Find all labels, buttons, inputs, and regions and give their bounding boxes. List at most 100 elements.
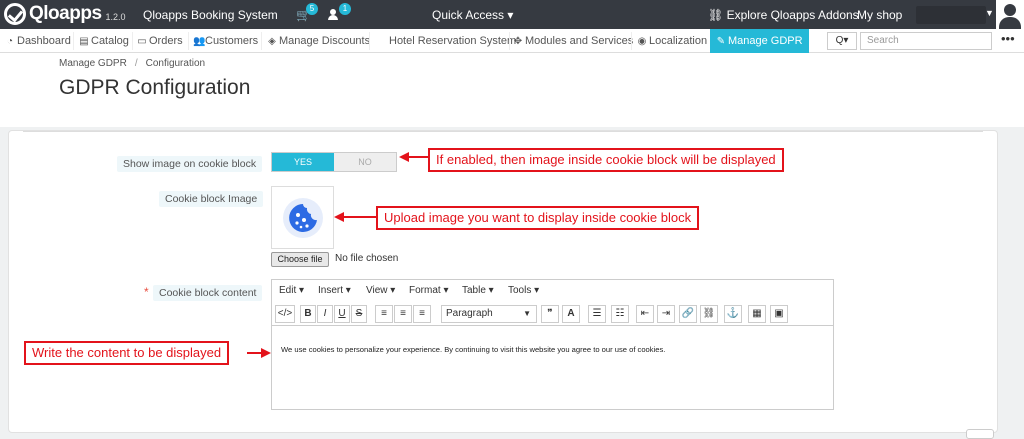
paragraph-format-select[interactable]: Paragraph ▼ — [441, 305, 537, 323]
outdent-icon[interactable]: ⇤ — [636, 305, 654, 323]
align-left-icon[interactable]: ≡ — [375, 305, 393, 323]
divider — [23, 131, 983, 132]
tab-orders[interactable]: ▭ Orders — [137, 29, 183, 53]
page-header: Manage GDPR / Configuration GDPR Configura… — [0, 53, 1024, 127]
anchor-icon[interactable]: ⚓ — [724, 305, 742, 323]
search-type-dropdown[interactable]: Q▾ — [827, 32, 857, 50]
tab-dashboard[interactable]: ◔ Dashboard — [5, 29, 71, 53]
bullet-list-icon[interactable]: ☰ — [588, 305, 606, 323]
credit-card-icon: ▭ — [137, 36, 147, 47]
toggle-yes-option[interactable]: YES — [272, 153, 334, 171]
toggle-no-option[interactable]: NO — [334, 153, 396, 171]
editor-menubar: Edit ▾ Insert ▾ View ▾ Format ▾ Table ▾ … — [272, 280, 833, 302]
puzzle-icon: ✥ — [513, 36, 523, 47]
align-right-icon[interactable]: ≡ — [413, 305, 431, 323]
chevron-down-icon[interactable]: ▼ — [985, 8, 994, 18]
callout-toggle-note: If enabled, then image inside cookie blo… — [428, 148, 784, 172]
gavel-icon: ✎ — [716, 36, 726, 47]
main-menu: ◔ Dashboard ▤ Catalog ▭ Orders 👥Customers ◈… — [0, 29, 1024, 53]
version-label: 1.2.0 — [105, 11, 126, 22]
divider — [631, 32, 632, 50]
search-input[interactable]: Search — [860, 32, 992, 50]
cookie-content-label: Cookie block content — [153, 285, 263, 301]
more-menu-icon[interactable]: ••• — [1001, 31, 1015, 46]
gdpr-config-panel: Show image on cookie block YES NO Cookie… — [8, 130, 998, 433]
logo[interactable]: Qloapps 1.2.0 — [4, 3, 126, 25]
blockquote-icon[interactable]: ❞ — [541, 305, 559, 323]
my-shop-link[interactable]: My shop — [857, 8, 902, 22]
menu-table[interactable]: Table ▾ — [462, 285, 494, 296]
avatar[interactable] — [996, 0, 1024, 29]
explore-addons-link[interactable]: ⛓ Explore Qloapps Addons — [708, 8, 859, 22]
callout-image-note: Upload image you want to display inside … — [376, 206, 700, 230]
customer-count-badge: 1 — [339, 3, 351, 15]
no-file-text: No file chosen — [335, 253, 399, 264]
show-image-label: Show image on cookie block — [117, 156, 263, 172]
cookie-image-preview — [271, 186, 334, 249]
numbered-list-icon[interactable]: ☷ — [611, 305, 629, 323]
cart-count-badge: 5 — [306, 3, 318, 15]
tag-icon: ◈ — [268, 36, 276, 47]
explore-addons-label: Explore Qloapps Addons — [726, 8, 859, 22]
align-center-icon[interactable]: ≡ — [394, 305, 412, 323]
media-icon[interactable]: ▦ — [748, 305, 766, 323]
menu-insert[interactable]: Insert ▾ — [318, 285, 351, 296]
shop-name-link[interactable]: Qloapps Booking System — [143, 8, 278, 22]
indent-icon[interactable]: ⇥ — [657, 305, 675, 323]
italic-button[interactable]: I — [317, 305, 333, 323]
tab-hotel-reservation-system[interactable]: Hotel Reservation System — [389, 29, 516, 53]
show-image-toggle[interactable]: YES NO — [271, 152, 397, 172]
top-bar: Qloapps 1.2.0 Qloapps Booking System 🛒 5… — [0, 0, 1024, 29]
menu-edit[interactable]: Edit ▾ — [279, 285, 304, 296]
tab-manage-gdpr[interactable]: ✎ Manage GDPR — [710, 29, 809, 53]
arrow-icon — [334, 212, 344, 222]
underline-button[interactable]: U — [334, 305, 350, 323]
divider — [132, 32, 133, 50]
bold-button[interactable]: B — [300, 305, 316, 323]
breadcrumb-current: Configuration — [145, 58, 206, 69]
menu-view[interactable]: View ▾ — [366, 285, 395, 296]
breadcrumb-parent[interactable]: Manage GDPR — [59, 58, 127, 69]
tab-label: Orders — [149, 35, 183, 47]
image-icon[interactable]: ▣ — [770, 305, 788, 323]
link-icon[interactable]: 🔗 — [679, 305, 697, 323]
breadcrumb: Manage GDPR / Configuration — [59, 58, 205, 69]
chevron-down-icon: ▼ — [523, 309, 531, 318]
tab-customers[interactable]: 👥Customers — [193, 29, 258, 53]
callout-content-note: Write the content to be displayed — [24, 341, 230, 365]
tab-label: Localization — [649, 35, 708, 47]
source-code-button[interactable]: </> — [275, 305, 295, 323]
arrow-line — [247, 352, 261, 354]
menu-tools[interactable]: Tools ▾ — [508, 285, 539, 296]
panel-footer-button[interactable] — [966, 429, 994, 439]
arrow-icon — [399, 152, 409, 162]
customer-icon[interactable] — [328, 9, 338, 20]
brand-name: Qloapps — [29, 3, 102, 24]
tab-catalog[interactable]: ▤ Catalog — [79, 29, 129, 53]
required-mark: * — [144, 285, 149, 299]
tab-label: Dashboard — [17, 35, 71, 47]
text-color-icon[interactable]: A — [562, 305, 580, 323]
cookie-icon — [283, 198, 323, 238]
cookie-image-label: Cookie block Image — [159, 191, 264, 207]
dashboard-icon: ◔ — [6, 36, 14, 47]
tab-label: Hotel Reservation System — [389, 35, 517, 47]
employee-name[interactable] — [916, 6, 986, 24]
divider — [261, 32, 262, 50]
quick-access-menu[interactable]: Quick Access ▾ — [432, 8, 513, 22]
arrow-icon — [261, 348, 271, 358]
tab-modules-and-services[interactable]: ✥ Modules and Services — [513, 29, 633, 53]
group-icon: 👥 — [193, 36, 206, 47]
book-icon: ▤ — [79, 36, 89, 47]
tab-manage-discounts[interactable]: ◈ Manage Discounts — [267, 29, 370, 53]
menu-format[interactable]: Format ▾ — [409, 285, 448, 296]
strikethrough-button[interactable]: S — [351, 305, 367, 323]
choose-file-button[interactable]: Choose file — [271, 252, 329, 267]
unlink-icon[interactable]: ⛓ — [700, 305, 718, 323]
link-icon: ⛓ — [708, 8, 727, 22]
logo-check-icon — [4, 3, 26, 25]
divider — [188, 32, 189, 50]
divider — [369, 32, 370, 50]
editor-content[interactable]: We use cookies to personalize your exper… — [281, 345, 665, 354]
tab-localization[interactable]: ◉ Localization — [637, 29, 707, 53]
